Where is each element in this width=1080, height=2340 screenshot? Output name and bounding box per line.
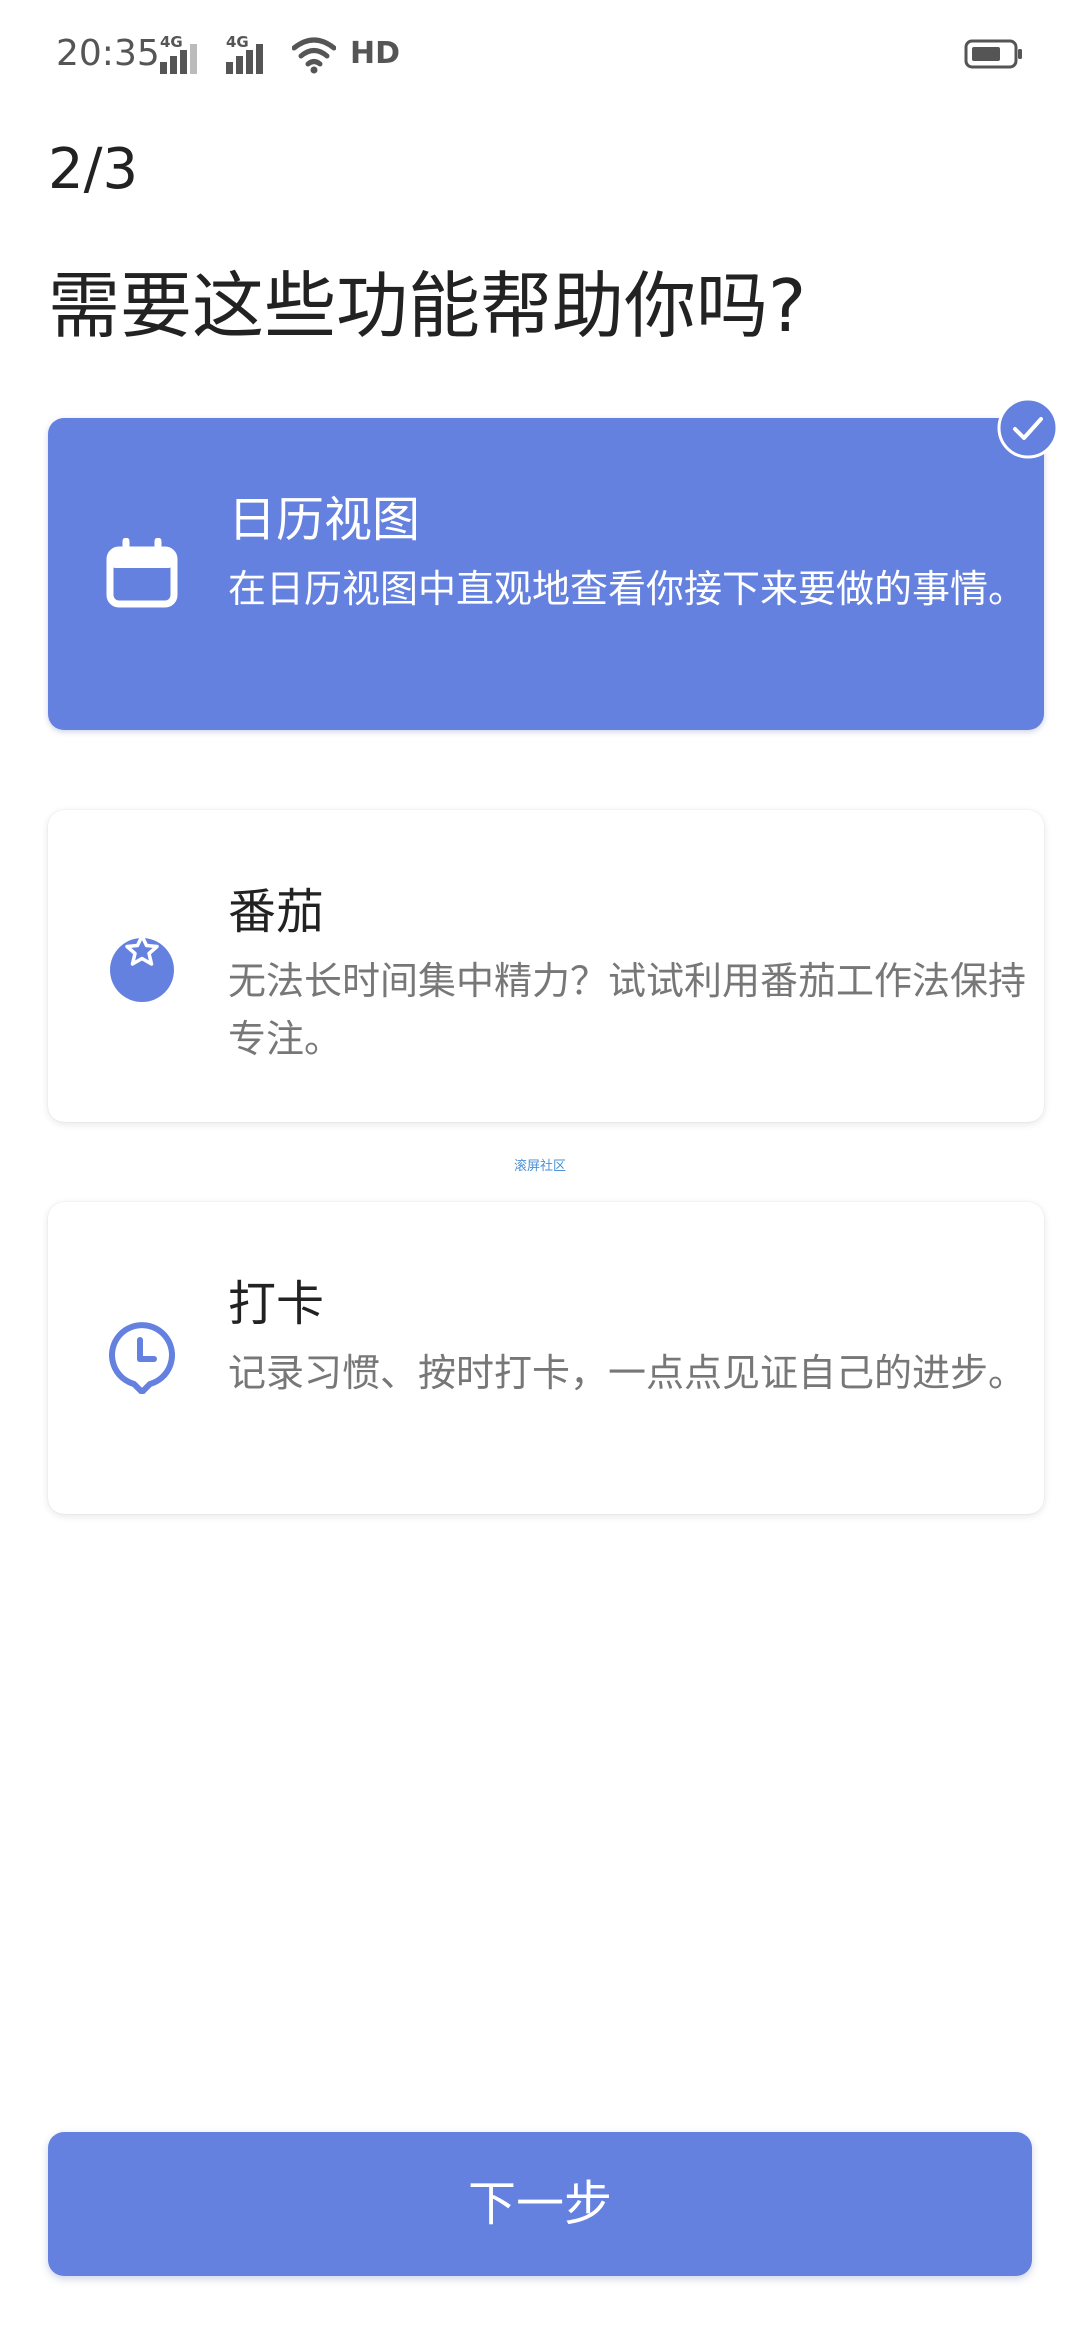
tomato-icon <box>110 934 174 1002</box>
feature-title: 打卡 <box>228 1276 325 1332</box>
clock-icon <box>109 1322 175 1394</box>
calendar-icon <box>106 538 178 608</box>
watermark: 滚屏社区 <box>513 1159 566 1174</box>
check-icon <box>997 397 1059 459</box>
signal-icon: 4G <box>226 34 278 74</box>
feature-card-pomodoro[interactable]: 番茄 无法长时间集中精力？试试利用番茄工作法保持专注。 <box>48 810 1044 1122</box>
feature-description: 无法长时间集中精力？试试利用番茄工作法保持专注。 <box>228 959 1027 1061</box>
feature-description: 在日历视图中直观地查看你接下来要做的事情。 <box>228 567 1027 611</box>
battery-icon <box>964 39 1022 69</box>
next-button[interactable]: 下一步 <box>48 2132 1032 2276</box>
feature-description: 记录习惯、按时打卡，一点点见证自己的进步。 <box>228 1351 1027 1395</box>
page-title: 需要这些功能帮助你吗? <box>48 264 807 348</box>
status-bar: 20:35 4G 4G HD <box>0 0 1080 110</box>
status-icons: 4G 4G HD <box>160 34 400 74</box>
wifi-icon <box>292 37 336 74</box>
feature-card-checkin[interactable]: 打卡 记录习惯、按时打卡，一点点见证自己的进步。 <box>48 1202 1044 1514</box>
signal-icon: 4G <box>160 34 212 74</box>
hd-icon: HD <box>350 36 401 71</box>
feature-title: 番茄 <box>228 884 325 940</box>
step-indicator: 2/3 <box>48 137 139 202</box>
feature-card-calendar[interactable]: 日历视图 在日历视图中直观地查看你接下来要做的事情。 <box>48 418 1044 730</box>
feature-title: 日历视图 <box>228 492 421 548</box>
onboarding-screen: 20:35 4G 4G HD 2/3 需要这些功能帮助你吗? 日历视图 在日历视… <box>0 0 1080 2340</box>
status-time: 20:35 <box>56 33 160 74</box>
